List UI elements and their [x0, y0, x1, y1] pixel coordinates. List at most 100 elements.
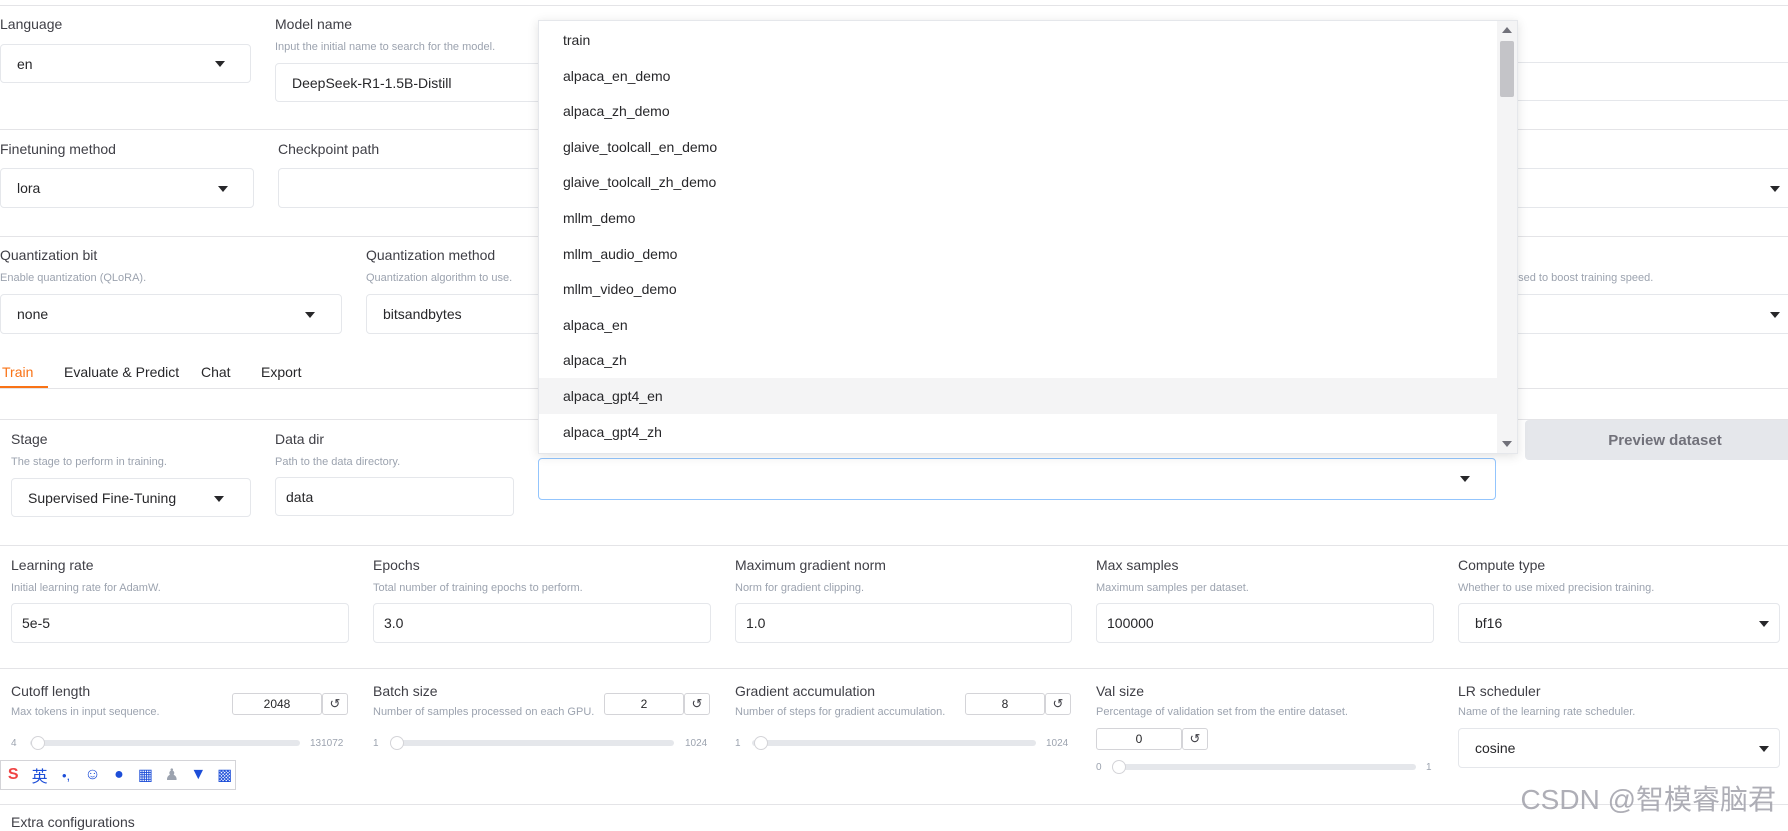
dropdown-item[interactable]: alpaca_en_demo	[539, 58, 1497, 94]
tab-evaluate-predict[interactable]: Evaluate & Predict	[64, 364, 179, 380]
slider-thumb[interactable]	[753, 736, 768, 750]
tab-export[interactable]: Export	[261, 364, 301, 380]
chevron-down-icon	[1460, 476, 1470, 482]
compute-type-label: Compute type	[1458, 557, 1546, 573]
dataset-select[interactable]	[538, 458, 1496, 500]
model-path-input[interactable]	[1510, 62, 1788, 101]
sogou-logo-icon[interactable]: S	[3, 764, 23, 786]
lr-scheduler-value: cosine	[1475, 740, 1516, 756]
dropdown-item[interactable]: alpaca_en	[539, 307, 1497, 343]
language-select[interactable]: en	[0, 44, 251, 83]
microphone-icon[interactable]: ●	[109, 764, 129, 786]
tab-chat[interactable]: Chat	[201, 364, 231, 380]
quantization-bit-label: Quantization bit	[0, 247, 98, 263]
compute-type-select[interactable]: bf16	[1458, 603, 1780, 643]
extra-config-toggle[interactable]: Extra configurations	[11, 814, 135, 830]
ime-toolbar[interactable]: S 英 •, ☺ ● ▦ ♟ ▼ ▩	[0, 760, 236, 790]
grad-accum-min: 1	[735, 738, 741, 749]
dropdown-scrollbar[interactable]	[1497, 21, 1517, 453]
batch-size-min: 1	[373, 738, 379, 749]
ime-language-toggle[interactable]: 英	[29, 764, 49, 786]
emoji-icon[interactable]: ☺	[82, 764, 102, 786]
data-dir-input[interactable]: data	[275, 477, 514, 516]
tab-train[interactable]: Train	[2, 364, 33, 380]
grad-accum-number[interactable]: 8	[965, 693, 1045, 715]
val-size-number[interactable]: 0	[1096, 728, 1182, 750]
dropdown-item[interactable]: mllm_video_demo	[539, 271, 1497, 307]
skin-icon[interactable]: ▼	[188, 764, 208, 786]
checkpoint-path-select[interactable]	[278, 168, 558, 208]
dropdown-item[interactable]: alpaca_zh_demo	[539, 93, 1497, 129]
max-samples-input[interactable]: 100000	[1096, 603, 1434, 643]
max-grad-norm-label: Maximum gradient norm	[735, 557, 886, 573]
grad-accum-info: Number of steps for gradient accumulatio…	[735, 706, 946, 718]
dropdown-item[interactable]: alpaca_gpt4_zh	[539, 414, 1497, 450]
grad-accum-reset-button[interactable]: ↺	[1045, 693, 1071, 715]
grad-accum-label: Gradient accumulation	[735, 683, 876, 699]
quantization-method-select[interactable]: bitsandbytes	[366, 294, 566, 334]
cutoff-length-slider[interactable]	[30, 736, 300, 750]
keyboard-icon[interactable]: ▦	[135, 764, 155, 786]
slider-thumb[interactable]	[1112, 760, 1126, 774]
chevron-down-icon	[1759, 621, 1769, 627]
stage-value: Supervised Fine-Tuning	[28, 489, 177, 506]
quantization-bit-value: none	[17, 306, 49, 322]
lr-scheduler-select[interactable]: cosine	[1458, 728, 1780, 768]
max-grad-norm-value: 1.0	[746, 615, 766, 631]
dropdown-item[interactable]: glaive_toolcall_en_demo	[539, 129, 1497, 165]
compute-type-info: Whether to use mixed precision training.	[1458, 582, 1655, 594]
chevron-up-icon[interactable]	[1502, 27, 1512, 33]
slider-thumb[interactable]	[30, 736, 45, 750]
model-name-input[interactable]: DeepSeek-R1-1.5B-Distill	[275, 63, 555, 102]
cutoff-length-max: 131072	[310, 738, 344, 749]
watermark: CSDN @智模睿脑君	[1520, 784, 1776, 815]
chevron-down-icon	[1759, 746, 1769, 752]
model-name-info: Input the initial name to search for the…	[275, 41, 496, 53]
grid-menu-icon[interactable]: ▩	[215, 764, 235, 786]
learning-rate-info: Initial learning rate for AdamW.	[11, 582, 161, 594]
scrollbar-thumb[interactable]	[1500, 41, 1514, 97]
grad-accum-slider[interactable]	[752, 736, 1036, 750]
batch-size-slider[interactable]	[390, 736, 674, 750]
epochs-info: Total number of training epochs to perfo…	[373, 582, 583, 594]
val-size-slider[interactable]	[1112, 760, 1416, 774]
chevron-down-icon	[1770, 312, 1780, 318]
booster-select[interactable]	[1510, 294, 1788, 334]
dropdown-item[interactable]: train	[539, 22, 1497, 58]
dropdown-item[interactable]: alpaca_zh	[539, 342, 1497, 378]
batch-size-number[interactable]: 2	[604, 693, 684, 715]
max-grad-norm-info: Norm for gradient clipping.	[735, 582, 865, 594]
cutoff-length-info: Max tokens in input sequence.	[11, 706, 160, 718]
cutoff-length-label: Cutoff length	[11, 683, 91, 699]
learning-rate-label: Learning rate	[11, 557, 94, 573]
quantization-bit-select[interactable]: none	[0, 294, 342, 334]
quantization-bit-info: Enable quantization (QLoRA).	[0, 272, 147, 284]
chevron-down-icon	[218, 186, 228, 192]
learning-rate-input[interactable]: 5e-5	[11, 603, 349, 643]
dataset-dropdown-list[interactable]: train alpaca_en_demo alpaca_zh_demo glaive_…	[538, 20, 1518, 454]
cutoff-length-min: 4	[11, 738, 17, 749]
language-value: en	[17, 55, 33, 72]
chevron-down-icon[interactable]	[1502, 441, 1512, 447]
dropdown-item[interactable]: mllm_audio_demo	[539, 236, 1497, 272]
language-label: Language	[0, 16, 63, 32]
batch-size-label: Batch size	[373, 683, 438, 699]
val-size-min: 0	[1096, 762, 1102, 773]
finetuning-method-select[interactable]: lora	[0, 168, 254, 208]
dropdown-item[interactable]: alpaca_gpt4_en	[539, 378, 1497, 414]
max-grad-norm-input[interactable]: 1.0	[735, 603, 1072, 643]
quantization-method-label: Quantization method	[366, 247, 496, 263]
cutoff-length-reset-button[interactable]: ↺	[322, 693, 348, 715]
cutoff-length-number[interactable]: 2048	[232, 693, 322, 715]
finetuning-method-label: Finetuning method	[0, 141, 116, 157]
preview-dataset-button[interactable]: Preview dataset	[1525, 420, 1788, 460]
batch-size-reset-button[interactable]: ↺	[684, 693, 710, 715]
epochs-input[interactable]: 3.0	[373, 603, 711, 643]
val-size-reset-button[interactable]: ↺	[1182, 728, 1208, 750]
template-select[interactable]	[1510, 168, 1788, 208]
user-icon[interactable]: ♟	[162, 764, 182, 786]
dropdown-item[interactable]: mllm_demo	[539, 200, 1497, 236]
dropdown-item[interactable]: glaive_toolcall_zh_demo	[539, 164, 1497, 200]
ime-punctuation-toggle[interactable]: •,	[56, 764, 76, 786]
quantization-method-info: Quantization algorithm to use.	[366, 272, 513, 284]
